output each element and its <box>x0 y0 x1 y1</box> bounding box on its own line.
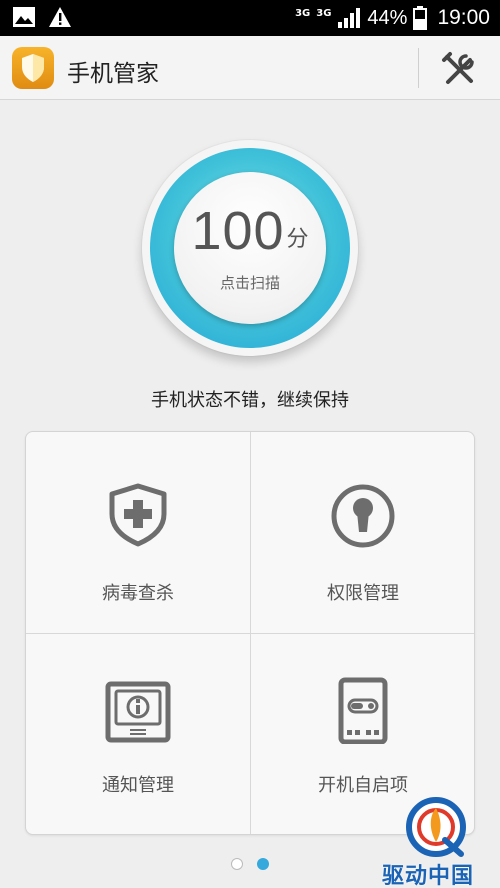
score-dial: 100分 点击扫描 <box>174 172 326 324</box>
feature-virus-scan[interactable]: 病毒查杀 <box>26 432 250 633</box>
feature-label: 通知管理 <box>102 775 174 796</box>
appbar-divider <box>418 48 419 88</box>
score-display: 100分 <box>174 200 326 262</box>
shield-plus-icon <box>109 483 167 547</box>
page-title: 手机管家 <box>67 61 159 87</box>
phone-toggle-icon <box>338 677 388 744</box>
notification-icon <box>105 681 171 743</box>
keyhole-icon <box>331 484 395 548</box>
page-dot-1[interactable] <box>231 858 243 870</box>
page-dot-2[interactable] <box>257 858 269 870</box>
battery-percent: 44% <box>367 6 408 29</box>
scan-score-button[interactable]: 100分 点击扫描 <box>142 140 358 356</box>
page-indicator <box>231 858 269 870</box>
shield-logo-icon <box>12 47 54 89</box>
score-unit: 分 <box>286 227 309 252</box>
feature-grid: 病毒查杀 权限管理 通知管理 开机自启项 <box>25 431 475 835</box>
battery-icon <box>413 6 428 30</box>
feature-notification-manager[interactable]: 通知管理 <box>26 634 250 835</box>
network-type-2: 3G <box>316 7 332 19</box>
tools-icon <box>442 52 474 84</box>
network-type-1: 3G <box>295 7 311 19</box>
watermark-logo-icon <box>406 797 466 857</box>
status-bar: 3G 3G 44% 19:00 <box>0 0 500 36</box>
watermark-text: 驱动中国 <box>382 864 475 888</box>
image-icon <box>13 7 35 27</box>
app-bar: 手机管家 <box>0 36 500 100</box>
feature-permission-manager[interactable]: 权限管理 <box>251 432 475 633</box>
tools-button[interactable] <box>438 48 480 90</box>
warning-icon <box>49 7 71 27</box>
feature-label: 病毒查杀 <box>102 583 174 604</box>
feature-label: 开机自启项 <box>318 775 408 796</box>
status-message: 手机状态不错，继续保持 <box>151 390 349 411</box>
clock: 19:00 <box>437 6 490 29</box>
scan-label: 点击扫描 <box>219 274 280 292</box>
feature-label: 权限管理 <box>327 583 399 604</box>
score-value: 100 <box>191 201 285 261</box>
signal-icon <box>338 8 361 28</box>
